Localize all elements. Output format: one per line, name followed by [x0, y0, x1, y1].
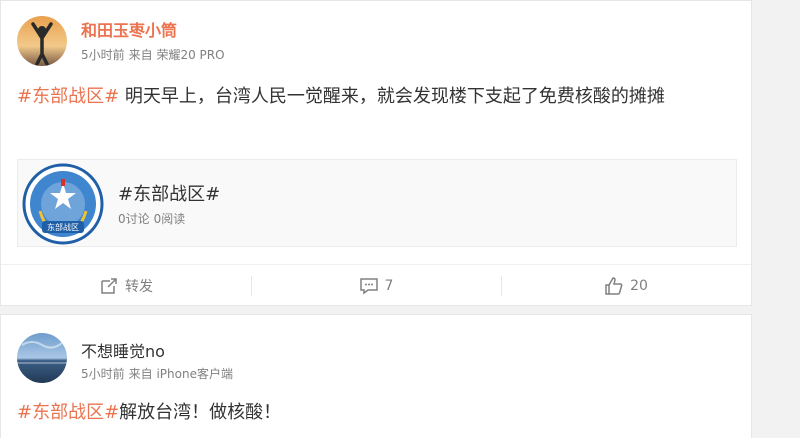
avatar[interactable]	[17, 16, 67, 66]
comments-count: 7	[384, 277, 394, 294]
hashtag-link[interactable]: #东部战区#	[17, 86, 119, 107]
post-time[interactable]: 5小时前	[81, 48, 125, 62]
weibo-post-2: 不想睡觉no 5小时前 来自 iPhone客户端 #东部战区#解放台湾！做核酸！	[0, 314, 752, 438]
likes-count: 20	[630, 277, 648, 294]
repost-label: 转发	[125, 278, 153, 295]
username[interactable]: 不想睡觉no	[81, 338, 165, 362]
topic-card[interactable]: 东部战区 #东部战区# 0讨论 0阅读	[17, 159, 737, 247]
post-text: 明天早上，台湾人民一觉醒来，就会发现楼下支起了免费核酸的摊摊	[119, 86, 665, 107]
topic-logo: 东部战区	[22, 163, 104, 245]
like-icon	[605, 276, 623, 295]
post-time[interactable]: 5小时前	[81, 367, 125, 381]
comment-button[interactable]: 7	[251, 265, 501, 306]
username[interactable]: 和田玉枣小筒	[81, 17, 177, 41]
topic-discussions: 0讨论	[118, 212, 150, 226]
post-content: #东部战区#解放台湾！做核酸！	[17, 399, 735, 427]
topic-logo-text: 东部战区	[47, 222, 79, 232]
post-content: #东部战区# 明天早上，台湾人民一觉醒来，就会发现楼下支起了免费核酸的摊摊	[17, 83, 735, 111]
action-bar: 转发 7 20	[1, 264, 751, 306]
repost-icon	[101, 277, 117, 294]
hashtag-link[interactable]: #东部战区#	[17, 402, 119, 423]
like-button[interactable]: 20	[501, 265, 751, 306]
post-meta: 5小时前 来自 iPhone客户端	[81, 365, 237, 382]
repost-button[interactable]: 转发	[1, 265, 251, 306]
topic-title[interactable]: #东部战区#	[118, 180, 220, 206]
post-source: 来自 iPhone客户端	[128, 367, 233, 381]
weibo-post-1: 和田玉枣小筒 5小时前 来自 荣耀20 PRO #东部战区# 明天早上，台湾人民一…	[0, 0, 752, 306]
comment-icon	[359, 277, 378, 294]
post-source: 来自 荣耀20 PRO	[128, 48, 225, 62]
post-meta: 5小时前 来自 荣耀20 PRO	[81, 46, 229, 63]
topic-stats: 0讨论 0阅读	[118, 210, 189, 227]
post-text: 解放台湾！做核酸！	[119, 402, 282, 423]
avatar[interactable]	[17, 333, 67, 383]
topic-reads: 0阅读	[153, 212, 186, 226]
